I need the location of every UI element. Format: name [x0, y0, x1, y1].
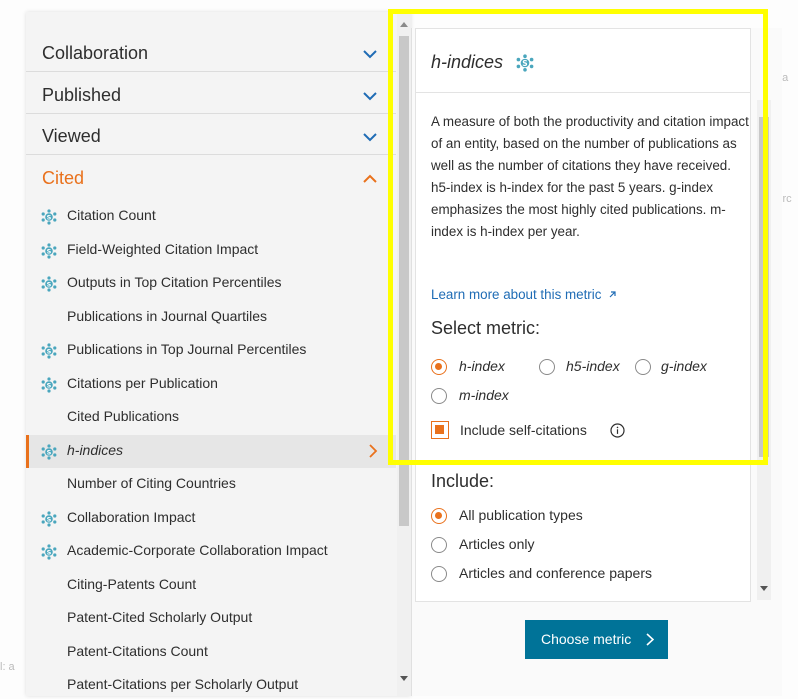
cited-metric-item[interactable]: Citing-Patents Count [26, 569, 396, 602]
chevron-up-icon [363, 174, 377, 183]
snowball-icon: S [41, 276, 57, 292]
cited-metric-item[interactable]: Patent-Citations per Scholarly Output [26, 669, 396, 696]
category-viewed[interactable]: Viewed [26, 119, 396, 155]
cited-metric-label: Patent-Cited Scholarly Output [67, 609, 253, 625]
choose-metric-button[interactable]: Choose metric [525, 620, 668, 659]
cited-metric-label: Patent-Citations per Scholarly Output [67, 676, 299, 692]
cited-metric-label: Publications in Journal Quartiles [67, 307, 267, 324]
include-heading: Include: [431, 471, 495, 491]
select-metric-heading: Select metric: [431, 318, 541, 338]
cited-metric-item[interactable]: Patent-Cited Scholarly Output [26, 602, 396, 635]
cited-metric-item[interactable]: Number of Citing Countries [26, 468, 396, 501]
cited-metric-label: Citations per Publication [67, 374, 218, 391]
cited-metric-item[interactable]: Patent-Citations Count [26, 636, 396, 669]
radio-m-index[interactable] [431, 388, 447, 404]
self-citations-checkbox[interactable] [431, 421, 449, 439]
cited-metric-label: Academic-Corporate Collaboration Impact [67, 542, 328, 558]
category-collaboration[interactable]: Collaboration [26, 36, 396, 72]
metric-category-panel: Collaboration Published Viewed Cited S Ci… [26, 12, 411, 696]
snowball-icon: S [41, 343, 57, 359]
metric-description: A measure of both the productivity and c… [431, 114, 749, 239]
cited-metric-label: Number of Citing Countries [67, 475, 236, 491]
cited-metric-label: Citation Count [67, 207, 156, 223]
chevron-right-icon [646, 633, 654, 646]
category-label: Collaboration [42, 43, 149, 63]
cited-metric-item[interactable]: Sh-indices [26, 434, 396, 468]
scroll-up-arrow-icon[interactable] [400, 22, 408, 27]
option-label: m-index [459, 387, 509, 403]
cited-metric-item[interactable]: Cited Publications [26, 401, 396, 434]
left-scrollbar-thumb[interactable] [399, 36, 409, 526]
learn-more-label: Learn more about this metric [431, 287, 602, 302]
radio-g-index[interactable] [635, 359, 651, 375]
snowball-icon: S [41, 443, 57, 460]
radio-all-publication-types[interactable] [431, 508, 447, 524]
category-cited[interactable]: Cited [26, 161, 396, 197]
snowball-icon: S [41, 376, 57, 393]
cited-metric-label: Cited Publications [67, 408, 180, 424]
snowball-icon: S [516, 54, 534, 72]
chevron-down-icon [363, 133, 377, 142]
option-label: h5-index [566, 358, 620, 374]
cited-metric-item[interactable]: S Field-Weighted Citation Impact [26, 234, 396, 267]
cited-metric-label: Patent-Citations Count [67, 642, 208, 659]
svg-text:S: S [47, 381, 52, 389]
external-link-icon [609, 291, 616, 298]
cited-metric-item[interactable]: S Publications in Top Journal Percentiles [26, 334, 396, 367]
cited-metric-label: Field-Weighted Citation Impact [67, 240, 259, 257]
info-icon[interactable] [610, 423, 625, 438]
svg-text:S: S [47, 549, 52, 557]
cited-metric-label: Collaboration Impact [67, 508, 196, 525]
metric-title: h-indices [431, 52, 504, 72]
chevron-down-icon [363, 92, 377, 101]
option-label: All publication types [459, 507, 583, 523]
radio-h-index[interactable] [431, 359, 447, 375]
snowball-icon: S [41, 209, 57, 225]
option-label: g-index [661, 358, 707, 374]
learn-more-link[interactable]: Learn more about this metric [431, 287, 617, 302]
cited-metric-item[interactable]: S Citation Count [26, 200, 396, 233]
card-header: h-indices S [416, 29, 750, 93]
svg-text:S: S [47, 214, 52, 222]
chevron-down-icon [363, 50, 377, 59]
cited-metric-item[interactable]: S Citations per Publication [26, 368, 396, 401]
category-label: Published [42, 85, 122, 105]
svg-text:S: S [522, 59, 527, 68]
category-published[interactable]: Published [26, 78, 396, 114]
radio-articles-and-conference-papers[interactable] [431, 566, 447, 582]
scroll-down-arrow-icon[interactable] [760, 586, 768, 591]
cited-metric-label: Citing-Patents Count [67, 575, 197, 592]
background-text-fragment: l: a [0, 661, 15, 673]
scroll-down-arrow-icon[interactable] [400, 676, 408, 681]
cited-metric-item[interactable]: Publications in Journal Quartiles [26, 301, 396, 334]
svg-text:S: S [47, 247, 52, 255]
svg-text:S: S [47, 448, 52, 456]
option-label: Articles and conference papers [459, 565, 652, 581]
category-label: Viewed [42, 126, 101, 146]
radio-articles-only[interactable] [431, 537, 447, 553]
cited-metric-item[interactable]: S Collaboration Impact [26, 502, 396, 535]
option-label: h-index [459, 358, 505, 374]
cited-metric-label: h-indices [67, 441, 124, 458]
cited-metric-item[interactable]: S Academic-Corporate Collaboration Impact [26, 535, 396, 568]
cited-metric-item[interactable]: S Outputs in Top Citation Percentiles [26, 267, 396, 300]
category-label: Cited [42, 168, 85, 188]
self-citations-label: Include self-citations [460, 422, 587, 438]
svg-text:S: S [47, 281, 52, 289]
snowball-icon: S [41, 510, 57, 527]
radio-h5-index[interactable] [539, 359, 555, 375]
chevron-right-icon [369, 443, 378, 458]
svg-text:S: S [47, 348, 52, 356]
option-label: Articles only [459, 536, 535, 552]
snowball-icon: S [41, 242, 57, 259]
svg-text:S: S [47, 515, 52, 523]
choose-metric-label: Choose metric [541, 631, 632, 647]
cited-metric-label: Publications in Top Journal Percentiles [67, 341, 307, 357]
snowball-icon: S [41, 544, 57, 560]
right-scrollbar-thumb[interactable] [759, 117, 769, 457]
cited-metric-label: Outputs in Top Citation Percentiles [67, 274, 282, 290]
